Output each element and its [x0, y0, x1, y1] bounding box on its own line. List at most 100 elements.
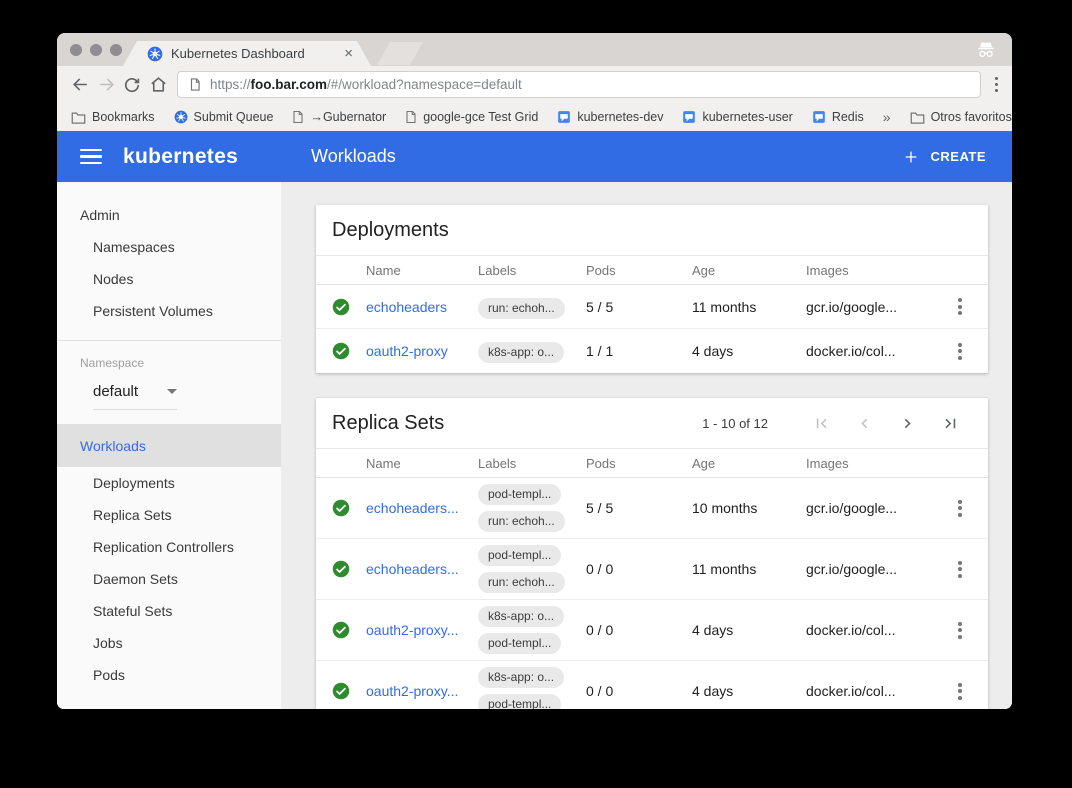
deployments-title: Deployments [332, 219, 449, 242]
age-value: 11 months [692, 561, 806, 577]
label-chip: k8s-app: o... [478, 342, 564, 363]
column-age: Age [692, 263, 806, 278]
window-controls [70, 44, 122, 56]
create-button[interactable]: CREATE [903, 149, 986, 165]
column-name: Name [366, 456, 478, 471]
new-tab-button[interactable] [377, 42, 423, 65]
replica-set-link[interactable]: echoheaders... [366, 500, 478, 516]
row-menu-icon[interactable] [954, 679, 966, 704]
sidebar-item-persistent-volumes[interactable]: Persistent Volumes [57, 295, 281, 327]
sidebar-item-jobs[interactable]: Jobs [57, 627, 281, 659]
label-chip: pod-templ... [478, 633, 561, 654]
hamburger-menu-icon[interactable] [80, 149, 102, 165]
age-value: 11 months [692, 299, 806, 315]
groups-chat-icon [557, 110, 571, 124]
sidebar-item-replica-sets[interactable]: Replica Sets [57, 499, 281, 531]
incognito-icon [975, 39, 997, 61]
page-title: Workloads [311, 146, 396, 167]
replica-sets-title: Replica Sets [332, 412, 444, 435]
sidebar-item-nodes[interactable]: Nodes [57, 263, 281, 295]
sidebar-item-deployments[interactable]: Deployments [57, 467, 281, 499]
replica-sets-table-header: Name Labels Pods Age Images [316, 448, 988, 478]
images-value: docker.io/col... [806, 343, 940, 359]
label-chip: pod-templ... [478, 484, 561, 505]
label-chip: run: echoh... [478, 572, 565, 593]
back-icon[interactable] [67, 72, 93, 98]
page-icon [405, 110, 417, 124]
bookmark-otros-favoritos-folder[interactable]: Otros favoritos [910, 110, 1012, 124]
sidebar-item-daemon-sets[interactable]: Daemon Sets [57, 563, 281, 595]
replica-set-link[interactable]: echoheaders... [366, 561, 478, 577]
bookmark-google-gce-test-grid[interactable]: google-gce Test Grid [405, 110, 538, 124]
kubernetes-icon [174, 110, 188, 124]
sidebar-item-namespaces[interactable]: Namespaces [57, 231, 281, 263]
row-menu-icon[interactable] [954, 618, 966, 643]
status-ok-icon [332, 342, 366, 360]
browser-menu-icon[interactable] [991, 73, 1003, 97]
sidebar-item-workloads[interactable]: Workloads [57, 424, 281, 467]
bookmark-gubernator[interactable]: →Gubernator [292, 110, 386, 124]
bookmark-redis[interactable]: Redis [812, 110, 864, 124]
row-menu-icon[interactable] [954, 294, 966, 319]
replica-set-link[interactable]: oauth2-proxy... [366, 622, 478, 638]
zoom-window-button[interactable] [110, 44, 122, 56]
sidebar-item-replication-controllers[interactable]: Replication Controllers [57, 531, 281, 563]
table-row: oauth2-proxy k8s-app: o... 1 / 1 4 days … [316, 329, 988, 373]
pagination-range: 1 - 10 of 12 [702, 416, 768, 431]
bookmark-kubernetes-user[interactable]: kubernetes-user [682, 110, 792, 124]
replica-set-link[interactable]: oauth2-proxy... [366, 683, 478, 699]
sidebar-item-pods[interactable]: Pods [57, 659, 281, 691]
next-page-icon[interactable] [898, 414, 917, 433]
kubernetes-logo-text: kubernetes [123, 145, 238, 169]
bookmark-label: Redis [832, 110, 864, 124]
label-chip: run: echoh... [478, 511, 565, 532]
close-window-button[interactable] [70, 44, 82, 56]
row-menu-icon[interactable] [954, 557, 966, 582]
last-page-icon[interactable] [941, 414, 960, 433]
first-page-icon[interactable] [812, 414, 831, 433]
age-value: 4 days [692, 622, 806, 638]
status-ok-icon [332, 621, 366, 639]
bookmark-submit-queue[interactable]: Submit Queue [174, 110, 274, 124]
chevron-down-icon [167, 389, 177, 394]
age-value: 4 days [692, 343, 806, 359]
sidebar-item-stateful-sets[interactable]: Stateful Sets [57, 595, 281, 627]
reload-icon[interactable] [119, 72, 145, 98]
bookmark-bookmarks-folder[interactable]: Bookmarks [71, 110, 155, 124]
namespace-value: default [93, 383, 138, 400]
table-row: echoheaders... pod-templ... run: echoh..… [316, 539, 988, 600]
images-value: docker.io/col... [806, 622, 940, 638]
previous-page-icon[interactable] [855, 414, 874, 433]
url-path: /#/workload?namespace=default [327, 77, 522, 92]
column-pods: Pods [586, 263, 692, 278]
table-row: oauth2-proxy... k8s-app: o... pod-templ.… [316, 661, 988, 709]
deployments-card-header: Deployments [316, 205, 988, 255]
age-value: 10 months [692, 500, 806, 516]
pagination: 1 - 10 of 12 [702, 414, 972, 433]
bookmarks-overflow-icon[interactable]: » [883, 109, 891, 125]
home-icon[interactable] [145, 72, 171, 98]
pods-value: 0 / 0 [586, 622, 692, 638]
deployments-table-header: Name Labels Pods Age Images [316, 255, 988, 285]
close-tab-icon[interactable]: × [344, 46, 353, 61]
address-bar[interactable]: https://foo.bar.com/#/workload?namespace… [177, 71, 981, 98]
deployment-link[interactable]: echoheaders [366, 299, 478, 315]
column-labels: Labels [478, 263, 586, 278]
bookmark-kubernetes-dev[interactable]: kubernetes-dev [557, 110, 663, 124]
browser-tab[interactable]: Kubernetes Dashboard × [123, 41, 371, 66]
browser-toolbar: https://foo.bar.com/#/workload?namespace… [57, 66, 1012, 103]
content-area: Admin Namespaces Nodes Persistent Volume… [57, 182, 1012, 709]
namespace-selector[interactable]: default [93, 383, 177, 410]
minimize-window-button[interactable] [90, 44, 102, 56]
deployment-link[interactable]: oauth2-proxy [366, 343, 478, 359]
row-menu-icon[interactable] [954, 339, 966, 364]
browser-window: Kubernetes Dashboard × https://foo.bar.c… [57, 33, 1012, 709]
plus-icon [903, 149, 919, 165]
row-menu-icon[interactable] [954, 496, 966, 521]
folder-icon [71, 111, 86, 124]
status-ok-icon [332, 298, 366, 316]
sidebar-item-admin[interactable]: Admin [57, 199, 281, 231]
forward-icon[interactable] [93, 72, 119, 98]
column-name: Name [366, 263, 478, 278]
label-chip: k8s-app: o... [478, 606, 564, 627]
